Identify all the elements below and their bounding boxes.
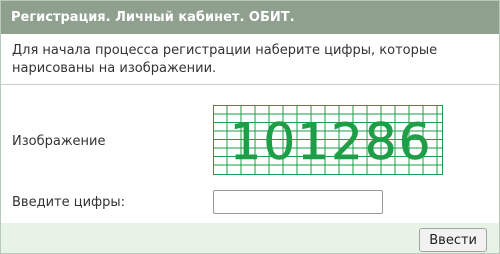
divider [1,84,499,85]
instructions-text: Для начала процесса регистрации наберите… [12,43,438,76]
digits-input[interactable] [213,190,383,214]
captcha-code: 101286 [230,113,433,171]
captcha-image: 101286 [213,105,443,175]
registration-panel: Регистрация. Личный кабинет. ОБИТ. Для н… [0,0,500,254]
panel-title: Регистрация. Личный кабинет. ОБИТ. [1,1,499,34]
image-label: Изображение [12,134,106,149]
submit-button[interactable]: Ввести [419,228,487,252]
digits-label: Введите цифры: [12,195,126,210]
